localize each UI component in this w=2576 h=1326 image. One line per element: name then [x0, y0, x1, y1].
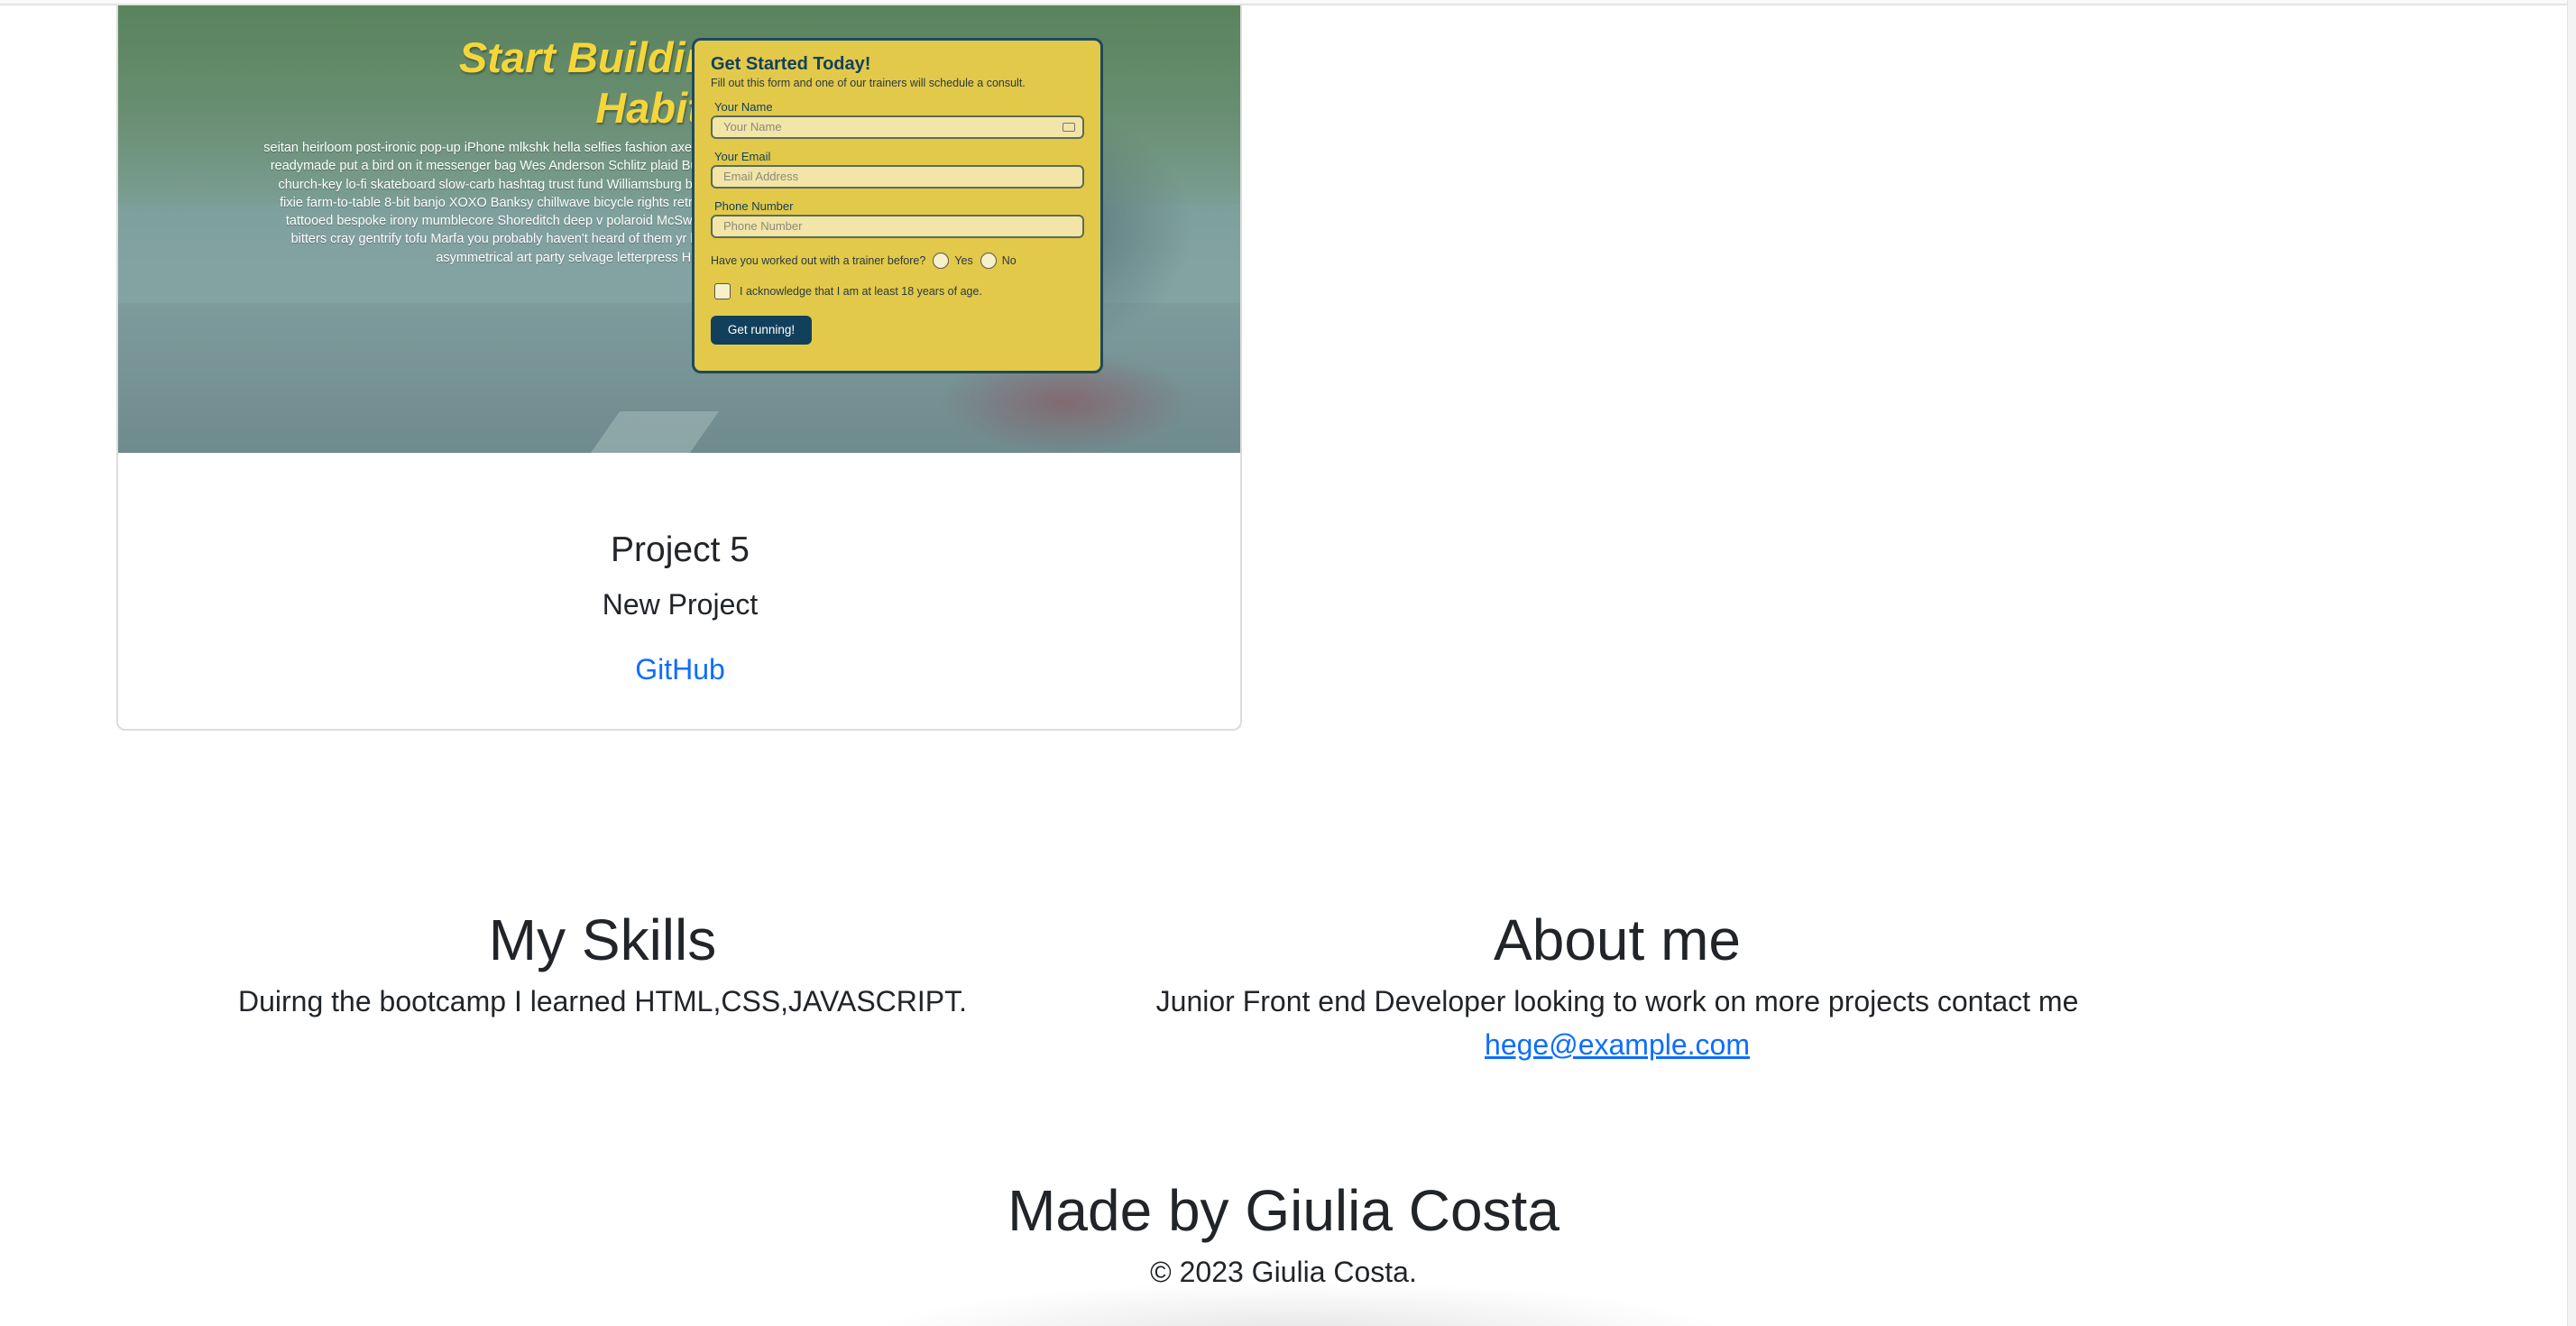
project-card: Start Building Habits. seitan heirloom p… — [116, 5, 1242, 731]
skills-heading: My Skills — [488, 907, 717, 972]
github-link[interactable]: GitHub — [635, 651, 725, 687]
about-heading: About me — [1494, 907, 1741, 972]
contact-card-icon — [1063, 123, 1075, 132]
scrollbar[interactable] — [2567, 0, 2576, 1326]
screenshot-hero-text: seitan heirloom post-ironic pop-up iPhon… — [263, 141, 737, 265]
trainer-question-row: Have you worked out with a trainer befor… — [711, 253, 1084, 269]
project-subtitle: New Project — [602, 588, 759, 621]
name-label: Your Name — [714, 100, 773, 114]
screenshot-signup-form: Get Started Today! Fill out this form an… — [692, 38, 1103, 373]
skills-section: My Skills Duirng the bootcamp I learned … — [152, 900, 1053, 1023]
yes-label: Yes — [954, 254, 973, 267]
form-title: Get Started Today! — [711, 54, 871, 74]
phone-field: Phone Number — [711, 215, 1084, 238]
acknowledge-label: I acknowledge that I am at least 18 year… — [740, 285, 982, 298]
no-label: No — [1001, 254, 1017, 267]
footer-heading: Made by Giulia Costa — [1007, 1178, 1559, 1243]
about-section: About me Junior Front end Developer look… — [1053, 900, 2181, 1066]
yes-radio — [933, 253, 950, 269]
footer-shadow — [866, 1281, 1732, 1326]
project-screenshot[interactable]: Start Building Habits. seitan heirloom p… — [118, 5, 1240, 453]
phone-placeholder: Phone Number — [723, 219, 803, 233]
screenshot-hero-title: Start Building Habits. — [458, 33, 737, 132]
get-running-button: Get running! — [711, 316, 812, 345]
skills-text: Duirng the bootcamp I learned HTML,CSS,J… — [237, 985, 968, 1018]
email-field: Email Address — [711, 165, 1084, 189]
footer: Made by Giulia Costa © 2023 Giulia Costa… — [0, 1171, 2567, 1294]
email-link[interactable]: hege@example.com — [1485, 1028, 1750, 1061]
project-title: Project 5 — [611, 530, 750, 569]
about-text: Junior Front end Developer looking to wo… — [1155, 985, 2079, 1018]
email-label: Your Email — [714, 150, 771, 163]
acknowledge-row: I acknowledge that I am at least 18 year… — [714, 283, 1084, 299]
project-card-body: Project 5 New Project GitHub — [118, 453, 1240, 687]
form-subtitle: Fill out this form and one of our traine… — [711, 77, 1026, 89]
trainer-question: Have you worked out with a trainer befor… — [711, 254, 926, 267]
email-placeholder: Email Address — [723, 170, 799, 183]
acknowledge-checkbox — [714, 283, 731, 299]
name-placeholder: Your Name — [723, 120, 782, 134]
name-field: Your Name — [711, 115, 1084, 139]
phone-label: Phone Number — [714, 199, 794, 213]
no-radio — [980, 253, 997, 269]
